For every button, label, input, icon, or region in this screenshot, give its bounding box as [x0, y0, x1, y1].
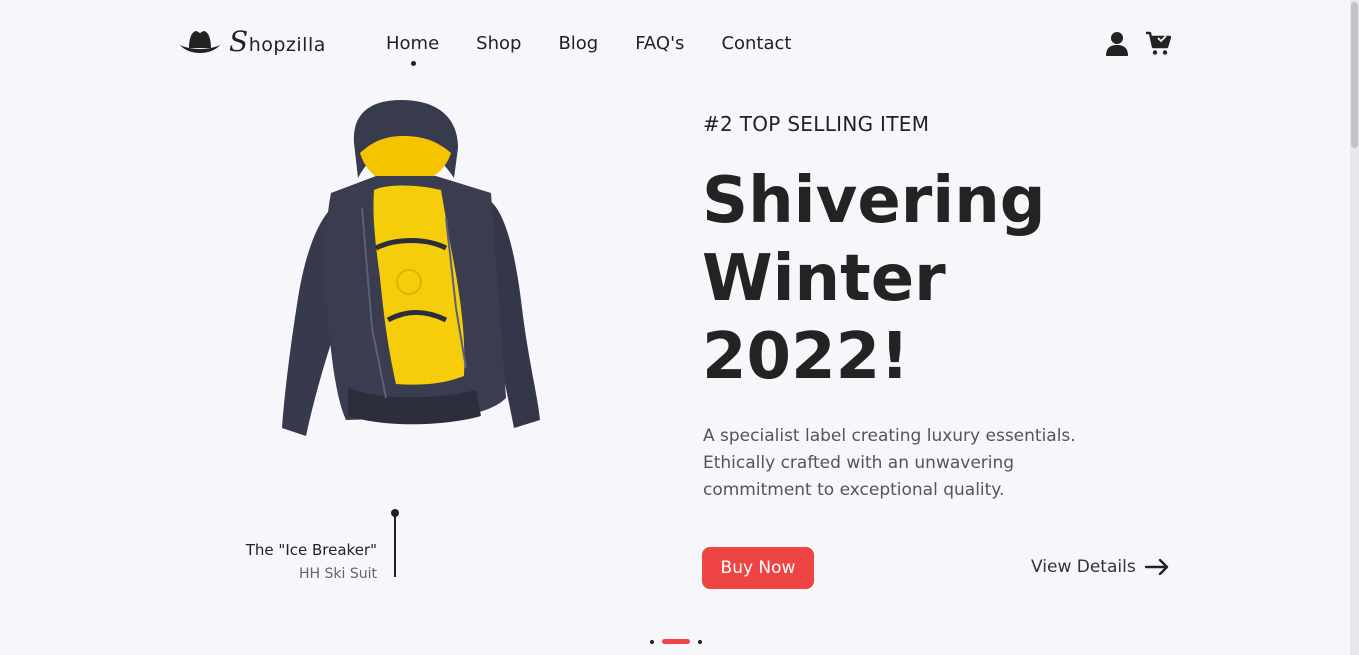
description-line-2: Ethically crafted with an unwavering [703, 453, 1015, 473]
page-scrollbar[interactable] [1350, 0, 1359, 655]
product-jacket-image [282, 100, 540, 436]
hat-logo-icon [180, 31, 220, 53]
view-details-label: View Details [1031, 557, 1136, 577]
caption-pointer-line [394, 514, 396, 577]
cart-icon[interactable] [1145, 31, 1171, 56]
headline-line-3: 2022! [702, 320, 910, 394]
buy-now-button[interactable]: Buy Now [702, 547, 814, 589]
user-icon[interactable] [1106, 31, 1128, 56]
nav-home[interactable]: Home [386, 33, 439, 66]
headline-line-2: Winter [702, 242, 946, 316]
view-details-link[interactable]: View Details [1031, 557, 1169, 577]
brand-name: Shopzilla [229, 25, 326, 58]
main-nav: Home Shop Blog FAQ's Contact [386, 33, 791, 66]
hero-eyebrow: #2 TOP SELLING ITEM [703, 112, 930, 136]
description-line-1: A specialist label creating luxury essen… [703, 426, 1076, 446]
product-subtitle: HH Ski Suit [299, 566, 377, 582]
product-name: The "Ice Breaker" [245, 541, 377, 559]
description-line-3: commitment to exceptional quality. [703, 480, 1005, 500]
brand-logo[interactable]: Shopzilla [179, 26, 326, 58]
product-caption: The "Ice Breaker" HH Ski Suit [210, 541, 377, 582]
headline-line-1: Shivering [702, 164, 1046, 238]
carousel-dot-2-active[interactable] [662, 639, 690, 644]
hero-headline: Shivering Winter 2022! [702, 162, 1122, 396]
carousel-dot-3[interactable] [698, 639, 702, 644]
nav-faqs[interactable]: FAQ's [635, 33, 684, 54]
nav-shop[interactable]: Shop [476, 33, 521, 54]
hero-description: A specialist label creating luxury essen… [703, 423, 1103, 504]
carousel-indicators [650, 639, 702, 644]
nav-contact[interactable]: Contact [721, 33, 791, 54]
scrollbar-thumb[interactable] [1351, 2, 1358, 148]
carousel-dot-1[interactable] [650, 639, 654, 644]
arrow-right-icon [1144, 559, 1168, 575]
nav-blog[interactable]: Blog [558, 33, 598, 54]
